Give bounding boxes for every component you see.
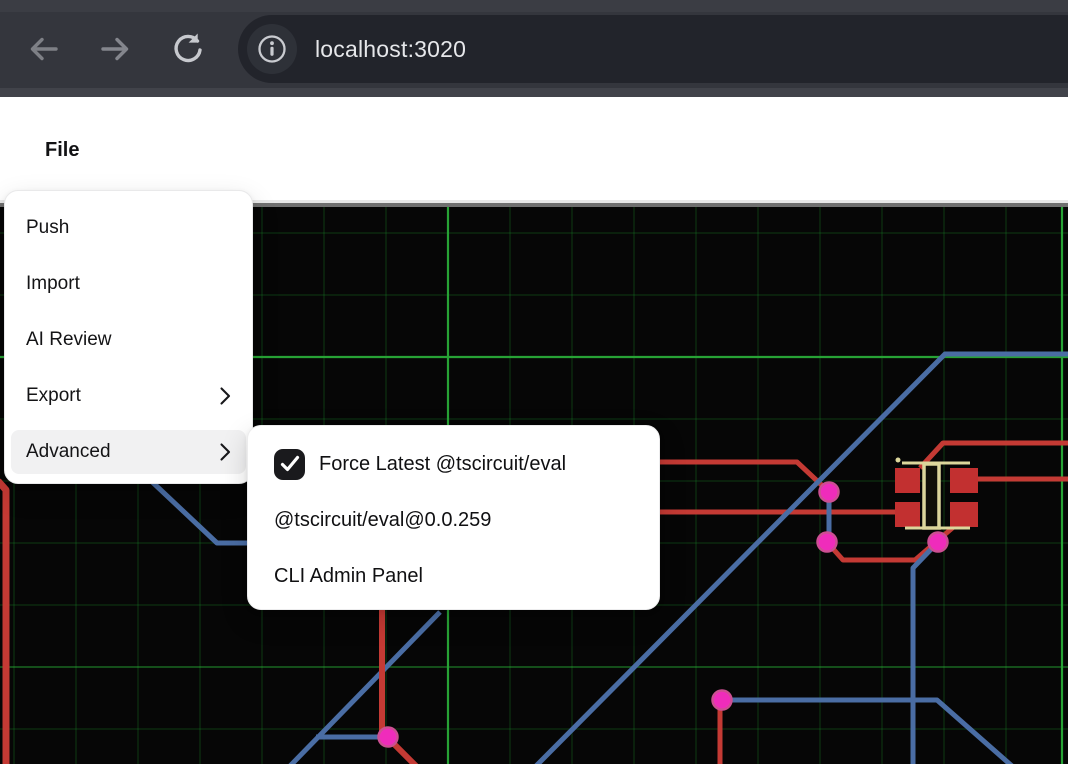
file-dropdown-menu: Push Import AI Review Export Advanced — [4, 190, 253, 484]
submenu-item-force-latest-eval[interactable]: Force Latest @tscircuit/eval — [258, 442, 649, 486]
menu-item-label: AI Review — [26, 329, 112, 351]
menu-item-label: Advanced — [26, 441, 111, 463]
url-bar[interactable]: localhost:3020 — [238, 15, 1068, 83]
checkbox-checked[interactable] — [274, 449, 305, 480]
info-icon — [256, 33, 288, 65]
menu-item-label: Push — [26, 217, 69, 239]
submenu-item-label: CLI Admin Panel — [274, 565, 423, 588]
forward-arrow-icon — [96, 30, 134, 68]
browser-toolbar: localhost:3020 — [0, 0, 1068, 97]
submenu-item-label: @tscircuit/eval@0.0.259 — [274, 509, 491, 532]
chevron-right-icon — [220, 443, 231, 461]
submenu-item-label: Force Latest @tscircuit/eval — [319, 453, 566, 476]
back-button[interactable] — [24, 29, 64, 69]
menu-item-label: Export — [26, 385, 81, 407]
menu-item-import[interactable]: Import — [11, 262, 246, 306]
site-info-button[interactable] — [247, 24, 297, 74]
menu-item-push[interactable]: Push — [11, 206, 246, 250]
advanced-submenu: Force Latest @tscircuit/eval @tscircuit/… — [247, 425, 660, 610]
file-menu-button[interactable]: File — [41, 137, 83, 164]
menu-item-advanced[interactable]: Advanced — [11, 430, 246, 474]
checkmark-icon — [277, 451, 303, 477]
menu-item-ai-review[interactable]: AI Review — [11, 318, 246, 362]
chevron-right-icon — [220, 387, 231, 405]
back-arrow-icon — [25, 30, 63, 68]
url-address[interactable]: localhost:3020 — [315, 15, 466, 83]
submenu-item-eval-version[interactable]: @tscircuit/eval@0.0.259 — [258, 498, 649, 542]
menu-item-label: Import — [26, 273, 80, 295]
menu-item-export[interactable]: Export — [11, 374, 246, 418]
submenu-item-cli-admin-panel[interactable]: CLI Admin Panel — [258, 554, 649, 598]
browser-tabstrip-edge — [0, 0, 1068, 12]
reload-button[interactable] — [168, 29, 208, 69]
reload-icon — [168, 29, 208, 69]
toolbar-bottom-edge — [0, 88, 1068, 97]
forward-button[interactable] — [95, 29, 135, 69]
